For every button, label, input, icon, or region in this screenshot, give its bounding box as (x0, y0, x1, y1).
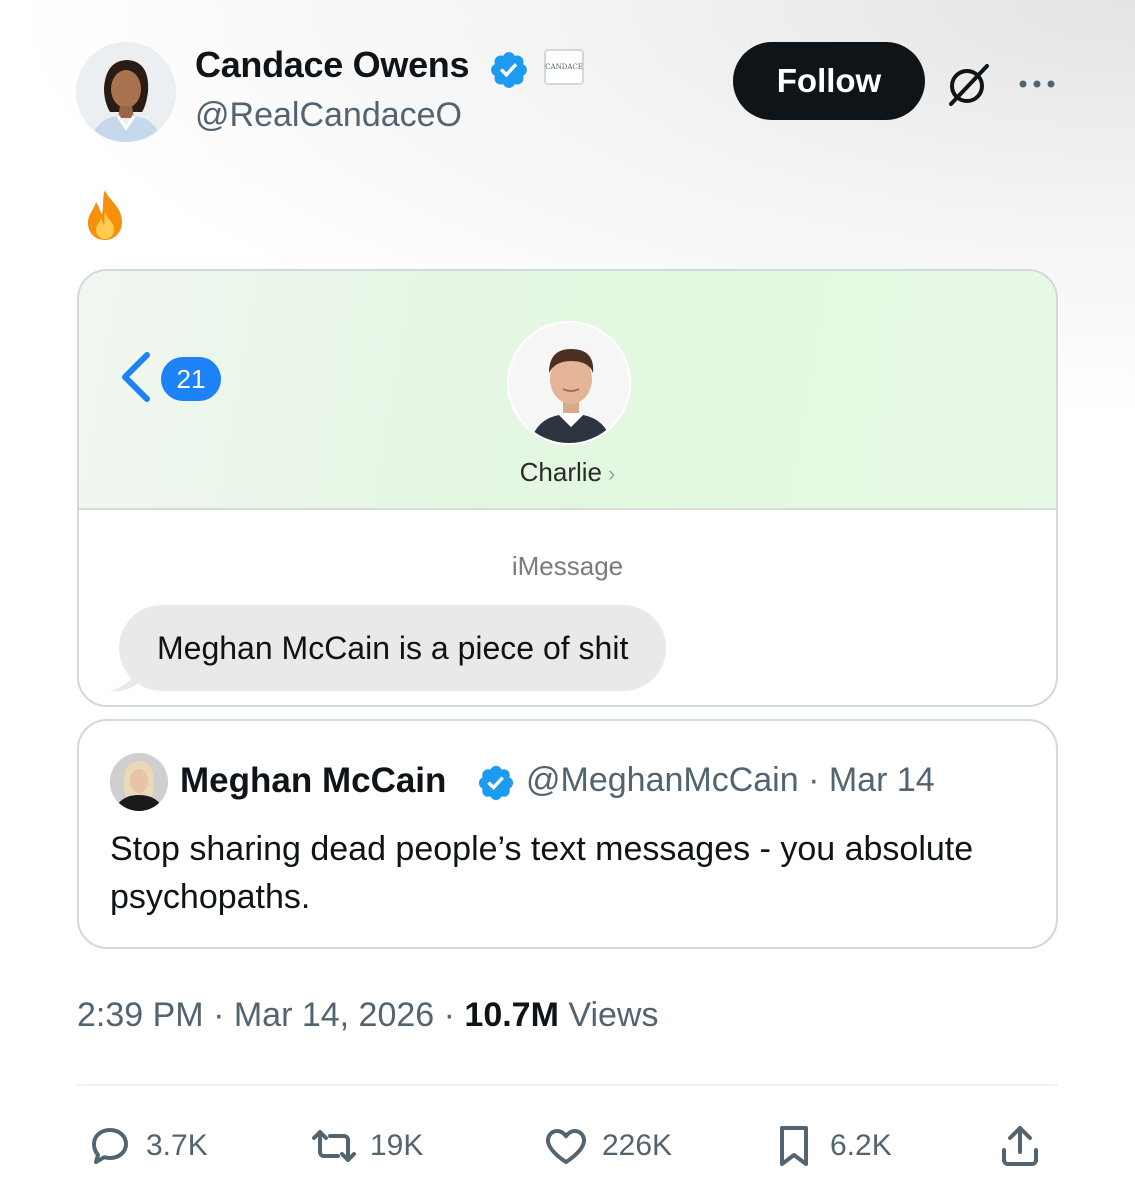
quote-text: Stop sharing dead people’s text messages… (110, 830, 974, 916)
verified-badge-icon (478, 765, 514, 801)
imessage-header: 21 Charlie › (79, 271, 1056, 510)
reply-count: 3.7K (146, 1129, 208, 1162)
repost-icon (312, 1130, 356, 1162)
like-button[interactable]: 226K (542, 1118, 672, 1174)
contact-name[interactable]: Charlie › (79, 457, 1056, 488)
quote-author-handle: @MeghanMcCain (526, 761, 799, 799)
bookmark-count: 6.2K (830, 1129, 892, 1162)
author-name[interactable]: Candace Owens (195, 44, 470, 86)
follow-button[interactable]: Follow (733, 42, 925, 120)
views-count: 10.7M (464, 996, 559, 1034)
post-meta: 2:39 PM · Mar 14, 2026 · 10.7M Views (77, 996, 659, 1034)
quote-author-avatar[interactable] (110, 753, 168, 811)
back-chevron-icon[interactable] (117, 349, 157, 405)
grok-icon[interactable] (943, 58, 995, 110)
quote-date: Mar 14 (828, 761, 935, 799)
divider (77, 1084, 1058, 1086)
post-time[interactable]: 2:39 PM (77, 996, 204, 1034)
verified-badge-icon (491, 52, 527, 88)
chevron-right-icon: › (608, 461, 616, 486)
share-icon (1002, 1126, 1038, 1166)
quote-handle-and-date[interactable]: @MeghanMcCain · Mar 14 (526, 761, 935, 800)
bookmark-icon (780, 1126, 808, 1166)
author-avatar[interactable] (76, 42, 176, 142)
reply-icon (92, 1128, 128, 1164)
like-count: 226K (602, 1129, 673, 1162)
share-button[interactable] (996, 1118, 1056, 1174)
unread-count-badge[interactable]: 21 (161, 357, 221, 401)
reply-button[interactable]: 3.7K (86, 1118, 208, 1174)
more-options-icon[interactable] (1015, 62, 1059, 106)
author-handle[interactable]: @RealCandaceO (195, 96, 462, 135)
repost-count: 19K (370, 1129, 424, 1162)
contact-avatar[interactable] (507, 321, 631, 445)
bookmark-button[interactable]: 6.2K (770, 1118, 892, 1174)
imessage-service-label: iMessage (511, 551, 624, 581)
repost-button[interactable]: 19K (310, 1118, 423, 1174)
attached-image[interactable]: 21 Charlie › iMessage Meghan McCain is a … (77, 269, 1058, 707)
quoted-post[interactable]: Meghan McCain @MeghanMcCain · Mar 14 Sto… (77, 719, 1058, 949)
quote-author-name[interactable]: Meghan McCain (180, 761, 446, 801)
views-label: Views (568, 996, 659, 1034)
post-date[interactable]: Mar 14, 2026 (234, 996, 434, 1034)
affiliate-badge[interactable]: CANDACE (544, 49, 584, 85)
heart-icon (546, 1129, 586, 1164)
message-bubble: Meghan McCain is a piece of shit (119, 605, 667, 691)
fire-emoji-icon (88, 190, 122, 240)
